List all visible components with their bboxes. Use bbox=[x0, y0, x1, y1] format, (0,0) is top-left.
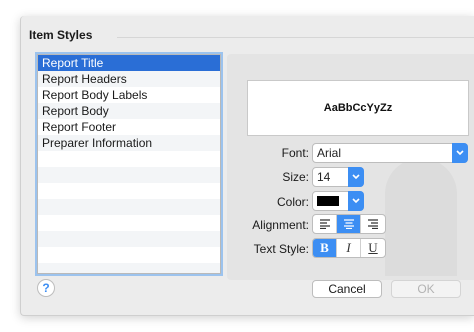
bold-button[interactable]: B bbox=[313, 239, 337, 257]
font-select[interactable]: Arial bbox=[312, 143, 468, 163]
list-item[interactable]: Report Body bbox=[38, 103, 220, 119]
list-empty-row bbox=[38, 247, 220, 263]
align-left-icon bbox=[319, 219, 330, 229]
preview-text: AaBbCcYyZz bbox=[323, 102, 393, 114]
item-list[interactable]: Report Title Report Headers Report Body La… bbox=[37, 54, 221, 274]
list-item[interactable]: Preparer Information bbox=[38, 135, 220, 151]
list-empty-row bbox=[38, 199, 220, 215]
ok-button[interactable]: OK bbox=[391, 280, 461, 298]
list-empty-row bbox=[38, 151, 220, 167]
item-styles-dialog: Item Styles Report Title Report Headers Re… bbox=[20, 16, 474, 316]
list-empty-row bbox=[38, 183, 220, 199]
watermark-graphic bbox=[385, 158, 457, 276]
preview-box: AaBbCcYyZz bbox=[247, 80, 469, 136]
size-select[interactable]: 14 bbox=[312, 167, 364, 187]
list-empty-row bbox=[38, 215, 220, 231]
align-left-button[interactable] bbox=[313, 215, 337, 233]
group-title: Item Styles bbox=[29, 28, 93, 42]
style-panel: AaBbCcYyZz Font: Arial Size: 14 Color: A… bbox=[227, 54, 474, 280]
group-divider bbox=[117, 37, 474, 38]
text-style-label: Text Style: bbox=[253, 242, 309, 256]
chevron-down-icon[interactable] bbox=[452, 143, 468, 163]
list-item[interactable]: Report Title bbox=[38, 55, 220, 71]
size-label: Size: bbox=[282, 170, 309, 184]
italic-button[interactable]: I bbox=[337, 239, 361, 257]
list-item[interactable]: Report Footer bbox=[38, 119, 220, 135]
alignment-label: Alignment: bbox=[252, 218, 309, 232]
list-empty-row bbox=[38, 167, 220, 183]
text-style-segmented-control: B I U bbox=[312, 238, 386, 258]
align-right-icon bbox=[368, 219, 378, 229]
color-label: Color: bbox=[276, 195, 309, 209]
list-item[interactable]: Report Body Labels bbox=[38, 87, 220, 103]
color-swatch bbox=[317, 196, 339, 206]
list-empty-row bbox=[38, 263, 220, 273]
font-value: Arial bbox=[317, 146, 342, 160]
chevron-down-icon[interactable] bbox=[348, 191, 364, 211]
chevron-down-icon[interactable] bbox=[348, 167, 364, 187]
underline-button[interactable]: U bbox=[361, 239, 385, 257]
align-center-icon bbox=[343, 219, 354, 229]
help-button[interactable]: ? bbox=[37, 279, 55, 297]
list-item[interactable]: Report Headers bbox=[38, 71, 220, 87]
list-empty-row bbox=[38, 231, 220, 247]
align-center-button[interactable] bbox=[337, 215, 361, 233]
cancel-button[interactable]: Cancel bbox=[312, 280, 382, 298]
alignment-segmented-control bbox=[312, 214, 386, 234]
font-label: Font: bbox=[281, 146, 309, 160]
color-picker[interactable] bbox=[312, 191, 364, 211]
align-right-button[interactable] bbox=[361, 215, 385, 233]
size-value: 14 bbox=[317, 170, 331, 184]
